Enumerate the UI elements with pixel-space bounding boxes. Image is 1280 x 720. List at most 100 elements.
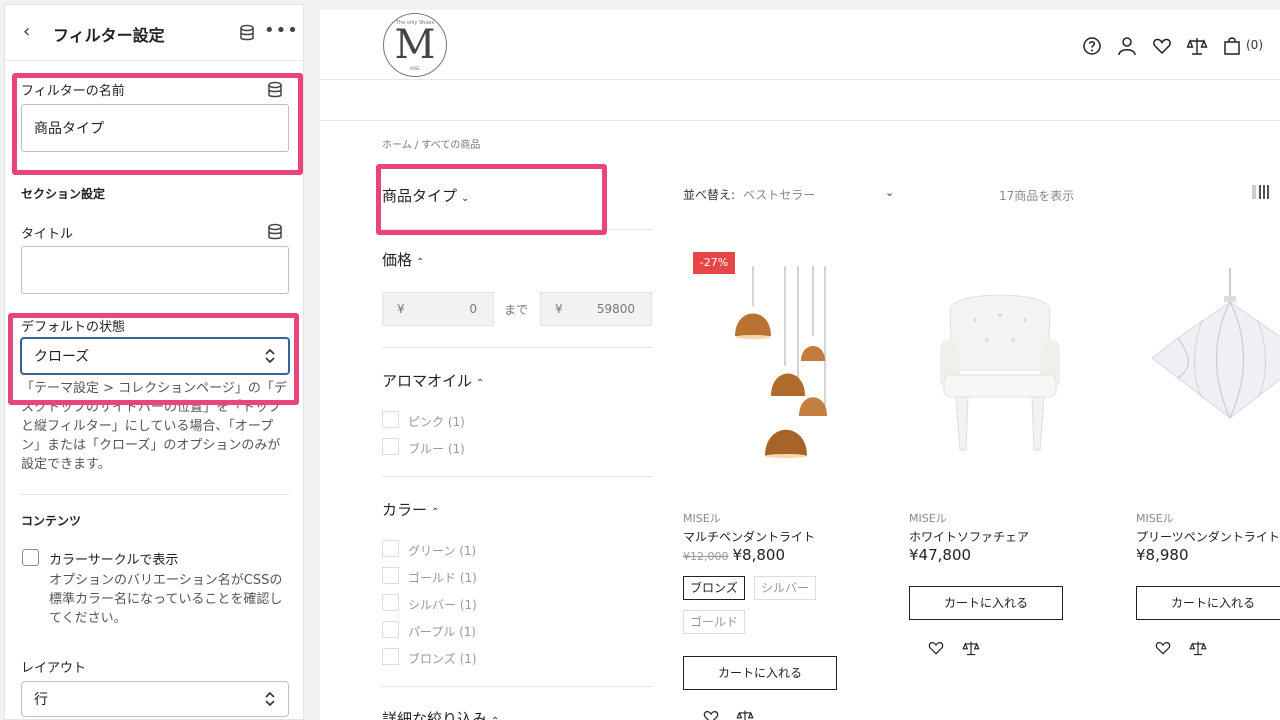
chevron-down-icon[interactable]: ⌄: [885, 186, 894, 199]
product-vendor: MISEル: [1136, 512, 1174, 525]
grid-view-icon[interactable]: [1252, 185, 1256, 199]
price-to-label: まで: [504, 303, 529, 317]
database-icon[interactable]: [267, 223, 283, 241]
help-icon[interactable]: [1081, 35, 1103, 57]
chevron-up-icon: ⌃: [416, 257, 425, 268]
panel-title: フィルター設定: [53, 26, 165, 45]
cart-count[interactable]: (0): [1246, 38, 1263, 52]
compare-scale-icon[interactable]: [962, 639, 980, 657]
option-label: パープル (1): [408, 625, 477, 639]
product-price: ¥12,000 ¥8,800: [683, 546, 785, 564]
panel-header: ‹ フィルター設定 •••: [5, 5, 303, 61]
section-settings-heading: セクション設定: [21, 187, 106, 201]
cart-bag-icon[interactable]: [1221, 35, 1243, 57]
option-checkbox[interactable]: [382, 594, 399, 611]
store-header: The only Shoes M MISE (0): [320, 10, 1280, 80]
chevron-up-icon: ⌃: [476, 378, 485, 389]
database-icon[interactable]: [239, 24, 255, 42]
option-label: ブロンズ (1): [408, 652, 477, 666]
option-label: ピンク (1): [408, 415, 465, 429]
wishlist-heart-icon[interactable]: [927, 639, 945, 657]
currency-symbol: ¥: [555, 302, 563, 316]
product-vendor: MISEル: [683, 512, 721, 525]
option-checkbox[interactable]: [382, 648, 399, 665]
option-checkbox[interactable]: [382, 567, 399, 584]
filter-color-label: カラー: [382, 501, 428, 519]
product-image-pleated-pendant[interactable]: [1152, 268, 1280, 428]
highlight-filter-name: [12, 73, 303, 175]
option-checkbox[interactable]: [382, 540, 399, 557]
compare-scale-icon[interactable]: [736, 708, 754, 720]
product-image-pendant-lights[interactable]: [723, 266, 853, 466]
chevron-up-icon: ⌃: [431, 507, 440, 518]
product-name[interactable]: プリーツペンダントライト: [1136, 528, 1280, 545]
layout-select[interactable]: 行: [21, 681, 289, 717]
logo-letter: M: [394, 22, 436, 68]
filter-divider: [382, 686, 653, 687]
wishlist-heart-icon[interactable]: [1154, 639, 1172, 657]
back-chevron-icon[interactable]: ‹: [23, 22, 43, 42]
store-logo[interactable]: The only Shoes M MISE: [383, 13, 447, 77]
product-price-old: ¥12,000: [683, 550, 729, 563]
more-options-icon[interactable]: •••: [264, 20, 299, 41]
filter-price[interactable]: 価格 ⌃: [382, 249, 424, 270]
account-icon[interactable]: [1116, 35, 1138, 57]
color-circle-checkbox[interactable]: [22, 549, 39, 566]
product-price: ¥8,980: [1136, 546, 1189, 564]
product-name[interactable]: マルチペンダントライト: [683, 528, 815, 545]
wishlist-heart-icon[interactable]: [1151, 35, 1173, 57]
filter-refine-label: 詳細な絞り込み: [382, 710, 488, 720]
product-image-white-chair[interactable]: [930, 280, 1070, 460]
discount-badge: -27%: [693, 252, 735, 274]
highlight-default-state: [8, 313, 299, 405]
option-checkbox[interactable]: [382, 621, 399, 638]
store-preview: The only Shoes M MISE (0) ホーム / すべての商品 商…: [320, 10, 1280, 720]
product-vendor: MISEル: [909, 512, 947, 525]
price-max-value: 59800: [596, 302, 635, 316]
wishlist-heart-icon[interactable]: [702, 708, 720, 720]
price-min-input[interactable]: ¥ 0: [382, 292, 494, 326]
filter-refine[interactable]: 詳細な絞り込み⌃: [382, 708, 499, 720]
color-circle-label: カラーサークルで表示: [49, 553, 179, 568]
option-checkbox[interactable]: [382, 438, 399, 455]
contents-heading: コンテンツ: [21, 514, 82, 528]
add-to-cart-button[interactable]: カートに入れる: [683, 656, 837, 690]
product-price: ¥47,800: [909, 546, 971, 564]
option-label: ゴールド (1): [408, 571, 477, 585]
list-view-icon[interactable]: [1259, 185, 1269, 199]
updown-chevron-icon: [265, 691, 275, 707]
layout-label: レイアウト: [21, 661, 87, 676]
add-to-cart-button[interactable]: カートに入れる: [1136, 586, 1280, 620]
filter-color[interactable]: カラー ⌃: [382, 499, 439, 520]
product-name[interactable]: ホワイトソファチェア: [909, 528, 1029, 545]
sort-select[interactable]: ベストセラー: [743, 186, 815, 203]
option-label: シルバー (1): [408, 598, 477, 612]
product-card[interactable]: [683, 248, 873, 498]
option-label: ブルー (1): [408, 442, 465, 456]
filter-aroma[interactable]: アロマオイル ⌃: [382, 370, 484, 391]
variant-swatch[interactable]: シルバー: [754, 576, 817, 600]
filter-divider: [382, 347, 653, 348]
option-label: グリーン (1): [408, 544, 477, 558]
variant-swatch[interactable]: ブロンズ: [683, 576, 745, 600]
product-price-current: ¥8,980: [1136, 546, 1189, 564]
product-count: 17商品を表示: [999, 189, 1075, 203]
highlight-product-type-filter: [376, 164, 607, 235]
layout-value: 行: [34, 692, 48, 708]
add-to-cart-button[interactable]: カートに入れる: [909, 586, 1063, 620]
option-checkbox[interactable]: [382, 411, 399, 428]
divider: [21, 494, 289, 495]
filter-divider: [382, 476, 653, 477]
title-label: タイトル: [21, 227, 74, 242]
filter-price-label: 価格: [382, 251, 413, 269]
breadcrumb[interactable]: ホーム / すべての商品: [382, 136, 480, 151]
color-circle-help: オプションのバリエーション名がCSSの標準カラー名になっていることを確認してくだ…: [49, 573, 283, 626]
price-max-input[interactable]: ¥ 59800: [540, 292, 652, 326]
title-input[interactable]: [21, 246, 289, 294]
filter-aroma-label: アロマオイル: [382, 372, 473, 390]
variant-swatch[interactable]: ゴールド: [683, 610, 746, 634]
compare-scale-icon[interactable]: [1189, 639, 1207, 657]
price-min-value: 0: [469, 302, 477, 316]
chevron-up-icon: ⌃: [491, 716, 499, 720]
compare-scale-icon[interactable]: [1186, 35, 1208, 57]
